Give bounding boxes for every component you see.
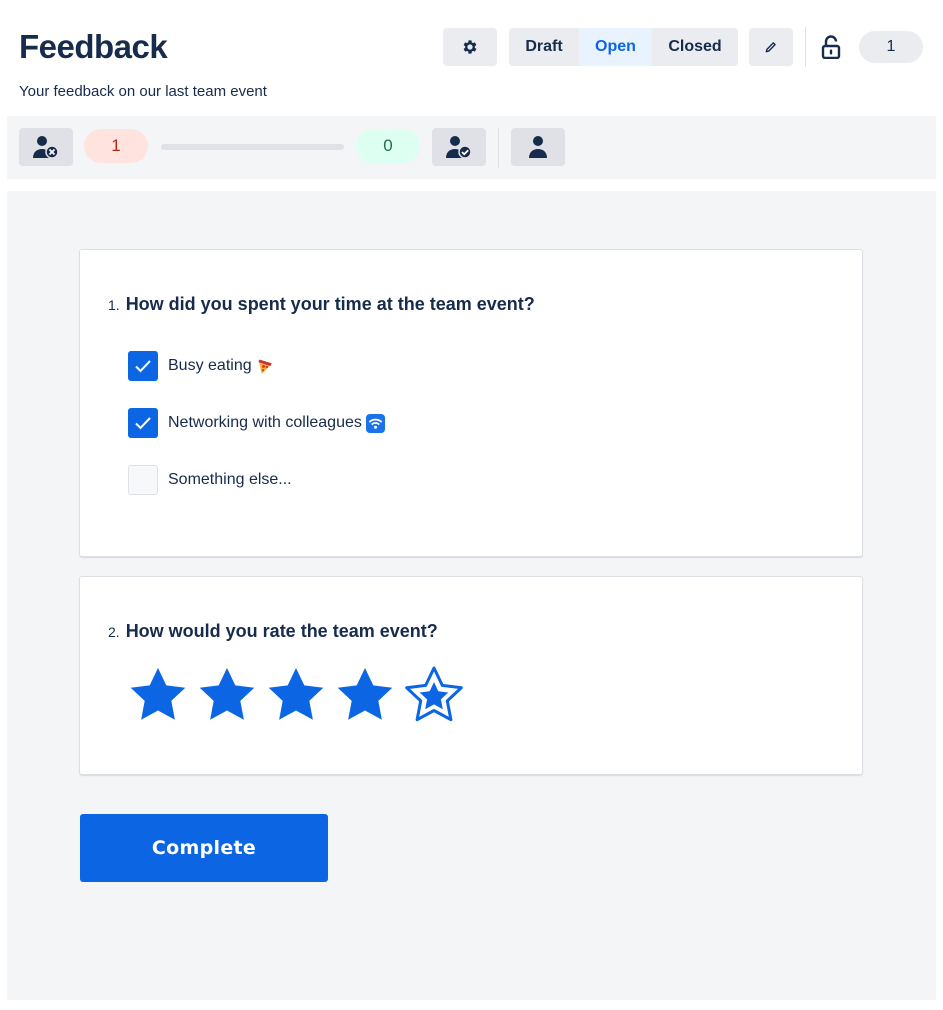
star-rating: [128, 665, 473, 725]
check-icon: [135, 417, 151, 430]
header-divider: [805, 27, 806, 67]
question-title-2: 2. How would you rate the team event?: [108, 621, 438, 642]
wifi-icon: [365, 413, 385, 433]
complete-participants-button[interactable]: [432, 128, 486, 166]
status-tab-open[interactable]: Open: [579, 28, 652, 66]
complete-count-badge: 0: [356, 129, 420, 163]
toolbar-divider: [498, 128, 499, 168]
page-title: Feedback: [19, 28, 168, 65]
checkbox-checked[interactable]: [128, 408, 158, 438]
edit-button[interactable]: [749, 28, 793, 66]
single-participant-button[interactable]: [511, 128, 565, 166]
star-filled-icon[interactable]: [128, 665, 188, 725]
star-filled-icon[interactable]: [335, 665, 395, 725]
participant-toolbar: 1 0: [7, 116, 936, 179]
incomplete-participants-button[interactable]: [19, 128, 73, 166]
checkbox-unchecked[interactable]: [128, 465, 158, 495]
incomplete-count-badge: 1: [84, 129, 148, 163]
pencil-icon: [765, 42, 776, 53]
question-number-2: 2.: [108, 624, 120, 640]
user-icon: [529, 136, 547, 158]
question-title-1: 1. How did you spent your time at the tea…: [108, 294, 535, 315]
form-canvas: 1. How did you spent your time at the tea…: [7, 191, 936, 1000]
checkbox-option-networking[interactable]: Networking with colleagues: [128, 408, 385, 438]
status-segmented-control: Draft Open Closed: [509, 28, 738, 66]
checkbox-checked[interactable]: [128, 351, 158, 381]
checkbox-option-something-else[interactable]: Something else...: [128, 465, 292, 495]
completion-progress-bar: [161, 144, 344, 150]
page-subtitle: Your feedback on our last team event: [19, 83, 267, 100]
complete-button[interactable]: Complete: [80, 814, 328, 882]
pizza-icon: [258, 358, 272, 374]
option-label: Busy eating: [168, 357, 252, 374]
status-tab-draft[interactable]: Draft: [509, 28, 579, 66]
check-icon: [135, 360, 151, 373]
lock-toggle-button[interactable]: [816, 28, 846, 66]
status-tab-closed[interactable]: Closed: [652, 28, 738, 66]
response-count-badge: 1: [859, 31, 923, 63]
user-remove-icon: [33, 136, 59, 159]
option-label: Networking with colleagues: [168, 414, 362, 431]
checkbox-option-busy-eating[interactable]: Busy eating: [128, 351, 273, 381]
question-text-1: How did you spent your time at the team …: [125, 294, 535, 314]
settings-button[interactable]: [443, 28, 497, 66]
user-check-icon: [446, 136, 472, 159]
option-label: Something else...: [168, 471, 292, 488]
question-number-1: 1.: [108, 297, 120, 313]
unlock-icon: [821, 35, 841, 59]
gear-icon: [463, 40, 477, 54]
star-empty-icon[interactable]: [404, 665, 464, 725]
question-card-2: 2. How would you rate the team event?: [79, 576, 863, 775]
question-text-2: How would you rate the team event?: [125, 621, 438, 641]
question-card-1: 1. How did you spent your time at the tea…: [79, 249, 863, 557]
star-filled-icon[interactable]: [197, 665, 257, 725]
star-filled-icon[interactable]: [266, 665, 326, 725]
